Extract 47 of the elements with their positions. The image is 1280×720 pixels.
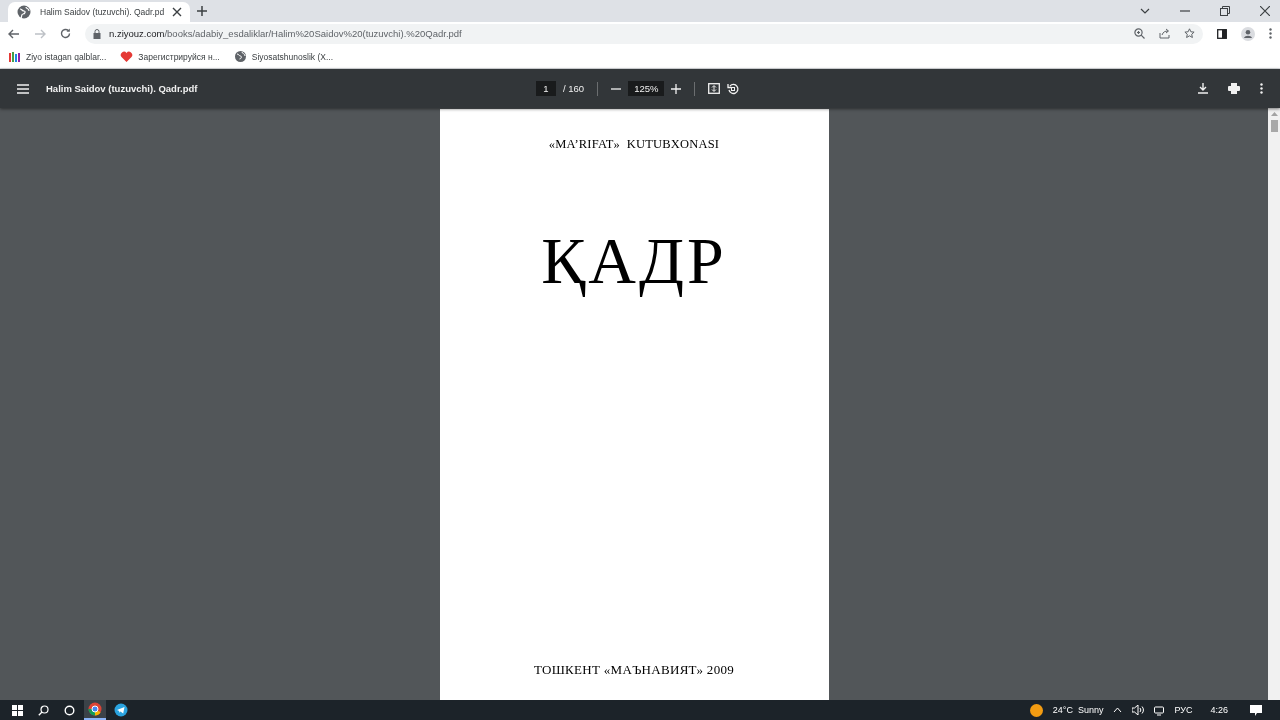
zoom-in-icon[interactable] [671,83,682,94]
weather-text[interactable]: 24°C Sunny [1052,705,1104,715]
menu-icon[interactable] [17,83,29,94]
page-number-field[interactable]: 1 [536,81,556,96]
url-text[interactable]: n.ziyouz.com/books/adabiy_esdaliklar/Halim%20Saidov%20(tuzuvchi).%20Qadr.pdf [109,28,462,39]
restore-icon[interactable] [1220,6,1230,16]
windows-icon[interactable] [11,704,23,716]
scrollbar[interactable] [1268,108,1280,700]
back-icon[interactable] [8,28,20,39]
rotate-icon[interactable] [727,82,740,95]
browser-tab[interactable]: Halim Saidov (tuzuvchi). Qadr.pd [8,2,191,22]
bookmark-item[interactable]: Ziyo istagan qalblar... [8,50,107,63]
books-icon [8,50,21,63]
zoom-field[interactable]: 125% [628,81,665,96]
language-indicator[interactable]: РУС [1174,705,1193,715]
share-icon[interactable] [1159,28,1170,39]
document-title: Halim Saidov (tuzuvchi). Qadr.pdf [46,83,199,94]
chrome-icon[interactable] [88,702,102,716]
scroll-thumb[interactable] [1270,120,1278,132]
lock-icon [93,28,101,39]
zoom-icon[interactable] [1134,28,1145,39]
publisher-line: ТОШКЕНТ «МАЪНАВИЯТ» 2009 [533,662,735,678]
bookmark-item[interactable]: Siyosatshunoslik (X... [233,50,333,63]
star-icon[interactable] [1184,28,1195,39]
profile-icon[interactable] [1241,26,1255,41]
search-icon[interactable] [37,704,49,716]
chevron-down-icon[interactable] [1140,7,1150,15]
speaker-icon[interactable] [1132,705,1145,715]
page-count: / 160 [563,83,585,94]
chevron-up-icon[interactable] [1113,707,1123,713]
library-heading: «MA’RIFAT» KUTUBXONASI [548,137,720,152]
reload-icon[interactable] [60,28,71,39]
side-panel-icon[interactable] [1217,28,1227,39]
clock-text[interactable]: 4:26 [1210,705,1228,715]
bookmark-item[interactable]: Зарегистрируйся н... [120,50,220,63]
telegram-icon[interactable] [114,703,128,717]
close-icon[interactable] [172,7,183,17]
close-icon[interactable] [1260,6,1270,16]
notification-icon[interactable] [1250,704,1262,716]
menu-icon[interactable] [1269,28,1272,39]
heart-icon [120,50,134,63]
circle-icon[interactable] [63,704,75,716]
download-icon[interactable] [1198,83,1208,94]
new-tab-icon[interactable] [196,5,209,17]
sun-icon [1029,703,1043,717]
more-icon[interactable] [1260,83,1263,94]
fit-page-icon[interactable] [708,83,721,94]
